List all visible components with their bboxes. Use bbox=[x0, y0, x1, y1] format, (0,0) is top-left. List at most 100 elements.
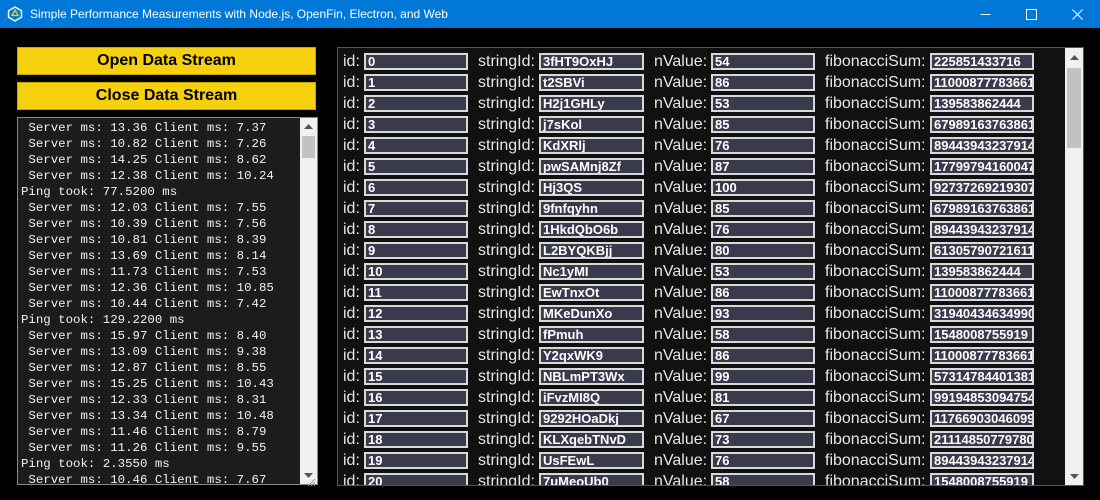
nvalue-field[interactable]: 73 bbox=[711, 431, 815, 448]
nvalue-field[interactable]: 53 bbox=[711, 263, 815, 280]
fibonaccisum-field[interactable]: 110008777836610 bbox=[930, 284, 1034, 301]
fibonaccisum-field[interactable]: 110008777836610 bbox=[930, 347, 1034, 364]
stringid-field[interactable]: 9292HOaDkj bbox=[539, 410, 644, 427]
id-field[interactable]: 0 bbox=[364, 53, 468, 70]
nvalue-field[interactable]: 54 bbox=[711, 53, 815, 70]
nvalue-field[interactable]: 87 bbox=[711, 158, 815, 175]
id-field[interactable]: 3 bbox=[364, 116, 468, 133]
id-field[interactable]: 5 bbox=[364, 158, 468, 175]
maximize-button[interactable] bbox=[1008, 0, 1054, 28]
fibonaccisum-field[interactable]: 67989163763861 bbox=[930, 116, 1034, 133]
nvalue-field[interactable]: 93 bbox=[711, 305, 815, 322]
id-field[interactable]: 10 bbox=[364, 263, 468, 280]
id-field[interactable]: 2 bbox=[364, 95, 468, 112]
id-field[interactable]: 6 bbox=[364, 179, 468, 196]
stringid-field[interactable]: Y2qxWK9 bbox=[539, 347, 644, 364]
nvalue-field[interactable]: 99 bbox=[711, 368, 815, 385]
stringid-field[interactable]: 1HkdQbO6b bbox=[539, 221, 644, 238]
id-field[interactable]: 20 bbox=[364, 473, 468, 485]
data-stream-panel[interactable]: id: 0 stringId: 3fHT9OxHJ nValue: 54 fibonacci… bbox=[337, 47, 1084, 486]
stringid-field[interactable]: 3fHT9OxHJ bbox=[539, 53, 644, 70]
stringid-field[interactable]: NBLmPT3Wx bbox=[539, 368, 644, 385]
stringid-field[interactable]: MKeDunXo bbox=[539, 305, 644, 322]
nvalue-field[interactable]: 76 bbox=[711, 452, 815, 469]
id-field[interactable]: 7 bbox=[364, 200, 468, 217]
stringid-field[interactable]: fPmuh bbox=[539, 326, 644, 343]
stringid-field[interactable]: Hj3QS bbox=[539, 179, 644, 196]
stringid-field[interactable]: iFvzMI8Q bbox=[539, 389, 644, 406]
id-field[interactable]: 12 bbox=[364, 305, 468, 322]
stringid-field[interactable]: 7uMeoUb0 bbox=[539, 473, 644, 485]
nvalue-field[interactable]: 85 bbox=[711, 116, 815, 133]
fibonaccisum-field[interactable]: 110008777836610 bbox=[930, 74, 1034, 91]
nvalue-field[interactable]: 76 bbox=[711, 221, 815, 238]
nvalue-field[interactable]: 67 bbox=[711, 410, 815, 427]
fibonaccisum-field[interactable]: 99194853094754 bbox=[930, 389, 1034, 406]
nvalue-field[interactable]: 100 bbox=[711, 179, 815, 196]
stringid-field[interactable]: j7sKol bbox=[539, 116, 644, 133]
log-scrollbar[interactable] bbox=[300, 118, 317, 484]
scroll-down-arrow-icon[interactable] bbox=[1065, 467, 1083, 485]
stringid-field[interactable]: UsFEwL bbox=[539, 452, 644, 469]
id-field[interactable]: 16 bbox=[364, 389, 468, 406]
id-field[interactable]: 1 bbox=[364, 74, 468, 91]
log-scroll-thumb[interactable] bbox=[302, 136, 315, 158]
nvalue-field[interactable]: 80 bbox=[711, 242, 815, 259]
fibonaccisum-field[interactable]: 92737269219307 bbox=[930, 179, 1034, 196]
stringid-field[interactable]: KdXRlj bbox=[539, 137, 644, 154]
stringid-field[interactable]: Nc1yMI bbox=[539, 263, 644, 280]
id-field[interactable]: 19 bbox=[364, 452, 468, 469]
open-data-stream-button[interactable]: Open Data Stream bbox=[17, 47, 316, 75]
scroll-up-arrow-icon[interactable] bbox=[1065, 48, 1083, 66]
fibonaccisum-field[interactable]: 89443943237914 bbox=[930, 221, 1034, 238]
nvalue-field[interactable]: 81 bbox=[711, 389, 815, 406]
nvalue-field[interactable]: 76 bbox=[711, 137, 815, 154]
id-field[interactable]: 17 bbox=[364, 410, 468, 427]
data-scroll-thumb[interactable] bbox=[1067, 68, 1081, 148]
stringid-field[interactable]: 9fnfqyhn bbox=[539, 200, 644, 217]
id-field[interactable]: 9 bbox=[364, 242, 468, 259]
fibonaccisum-field[interactable]: 17799794160047 bbox=[930, 158, 1034, 175]
id-field[interactable]: 13 bbox=[364, 326, 468, 343]
stringid-field[interactable]: pwSAMnj8Zf bbox=[539, 158, 644, 175]
fibonaccisum-field[interactable]: 67989163763861 bbox=[930, 200, 1034, 217]
stringid-field[interactable]: H2j1GHLy bbox=[539, 95, 644, 112]
fibonaccisum-field[interactable]: 139583862444 bbox=[930, 95, 1034, 112]
fibonaccisum-field[interactable]: 61305790721611 bbox=[930, 242, 1034, 259]
data-scrollbar[interactable] bbox=[1065, 48, 1083, 485]
resize-grip-icon[interactable] bbox=[306, 474, 316, 487]
close-window-button[interactable] bbox=[1054, 0, 1100, 28]
id-field[interactable]: 14 bbox=[364, 347, 468, 364]
log-panel[interactable]: Server ms: 13.36 Client ms: 7.37 Server … bbox=[17, 117, 318, 485]
nvalue-field[interactable]: 86 bbox=[711, 284, 815, 301]
fibonaccisum-field[interactable]: 57314784401381 bbox=[930, 368, 1034, 385]
fibonaccisum-field[interactable]: 89443943237914 bbox=[930, 137, 1034, 154]
stringid-field[interactable]: L2BYQKBjj bbox=[539, 242, 644, 259]
nvalue-field[interactable]: 86 bbox=[711, 74, 815, 91]
fibonaccisum-field[interactable]: 1548008755919 bbox=[930, 326, 1034, 343]
fibonaccisum-field[interactable]: 1548008755919 bbox=[930, 473, 1034, 485]
close-data-stream-button[interactable]: Close Data Stream bbox=[17, 82, 316, 110]
id-field[interactable]: 8 bbox=[364, 221, 468, 238]
id-field[interactable]: 11 bbox=[364, 284, 468, 301]
stringid-field[interactable]: KLXqebTNvD bbox=[539, 431, 644, 448]
nvalue-field[interactable]: 86 bbox=[711, 347, 815, 364]
nvalue-field[interactable]: 58 bbox=[711, 473, 815, 485]
window-title-bar[interactable]: Simple Performance Measurements with Nod… bbox=[0, 0, 1100, 28]
minimize-button[interactable] bbox=[962, 0, 1008, 28]
nvalue-field[interactable]: 58 bbox=[711, 326, 815, 343]
id-field[interactable]: 18 bbox=[364, 431, 468, 448]
id-field[interactable]: 15 bbox=[364, 368, 468, 385]
fibonaccisum-field[interactable]: 225851433716 bbox=[930, 53, 1034, 70]
nvalue-field[interactable]: 85 bbox=[711, 200, 815, 217]
fibonaccisum-field[interactable]: 11766903046099 bbox=[930, 410, 1034, 427]
fibonaccisum-field[interactable]: 139583862444 bbox=[930, 263, 1034, 280]
stringid-field[interactable]: EwTnxOt bbox=[539, 284, 644, 301]
stringid-field[interactable]: t2SBVi bbox=[539, 74, 644, 91]
id-field[interactable]: 4 bbox=[364, 137, 468, 154]
nvalue-field[interactable]: 53 bbox=[711, 95, 815, 112]
fibonaccisum-field[interactable]: 31940434634990 bbox=[930, 305, 1034, 322]
scroll-up-arrow-icon[interactable] bbox=[300, 118, 317, 135]
fibonaccisum-field[interactable]: 89443943237914 bbox=[930, 452, 1034, 469]
fibonaccisum-field[interactable]: 21114850779780 bbox=[930, 431, 1034, 448]
